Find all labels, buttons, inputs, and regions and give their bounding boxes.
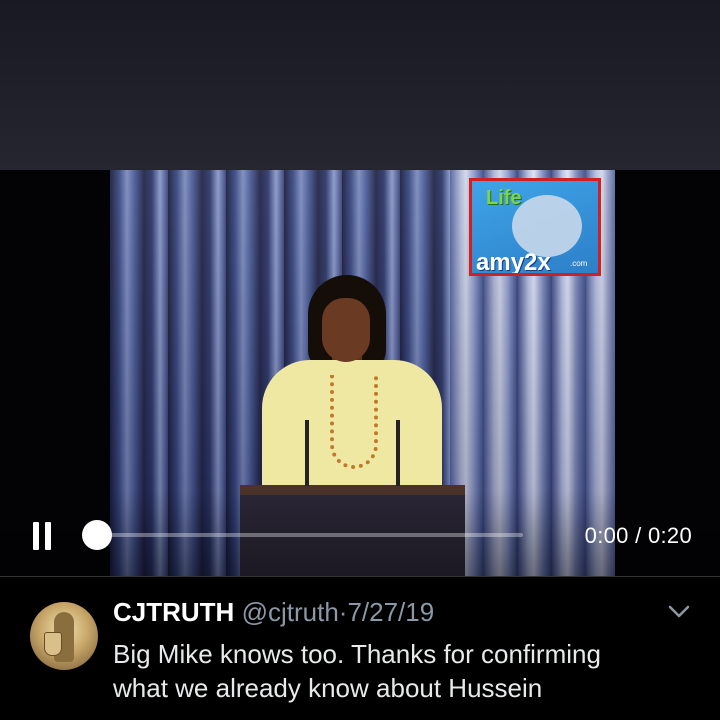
- tweet-text-line: Big Mike knows too. Thanks for confirmin…: [113, 639, 601, 669]
- progress-track[interactable]: [98, 533, 523, 537]
- duration: 0:20: [647, 523, 692, 548]
- watermark-bottom-text: amy2x: [476, 249, 551, 276]
- avatar[interactable]: [30, 602, 98, 670]
- watermark-suffix: .com: [570, 259, 588, 268]
- tweet-header: CJTRUTH @cjtruth·7/27/19: [113, 597, 434, 628]
- current-time: 0:00: [584, 523, 629, 548]
- time-display: 0:00 / 0:20: [585, 523, 692, 549]
- watermark-top-text: Life: [486, 187, 522, 209]
- watermark-figure: [512, 195, 582, 257]
- scrubber-thumb[interactable]: [82, 520, 112, 550]
- tweet-text: Big Mike knows too. Thanks for confirmin…: [113, 637, 698, 705]
- speaker-face: [322, 298, 370, 362]
- necklace: [330, 375, 378, 469]
- tweet-date[interactable]: 7/27/19: [347, 597, 434, 627]
- microphone-left: [305, 420, 309, 486]
- top-blank-area: [0, 0, 720, 170]
- tweet-text-line: what we already know about Hussein: [113, 673, 543, 703]
- watermark-logo: Life amy2x .com: [469, 178, 601, 276]
- tweet[interactable]: CJTRUTH @cjtruth·7/27/19 Big Mike knows …: [0, 577, 720, 720]
- time-separator: /: [635, 523, 642, 548]
- microphone-right: [396, 420, 400, 486]
- author-name[interactable]: CJTRUTH: [113, 597, 234, 627]
- pause-icon[interactable]: [32, 522, 52, 550]
- author-handle[interactable]: @cjtruth: [242, 597, 339, 627]
- chevron-down-icon[interactable]: [667, 599, 691, 623]
- shield-icon: [44, 632, 62, 656]
